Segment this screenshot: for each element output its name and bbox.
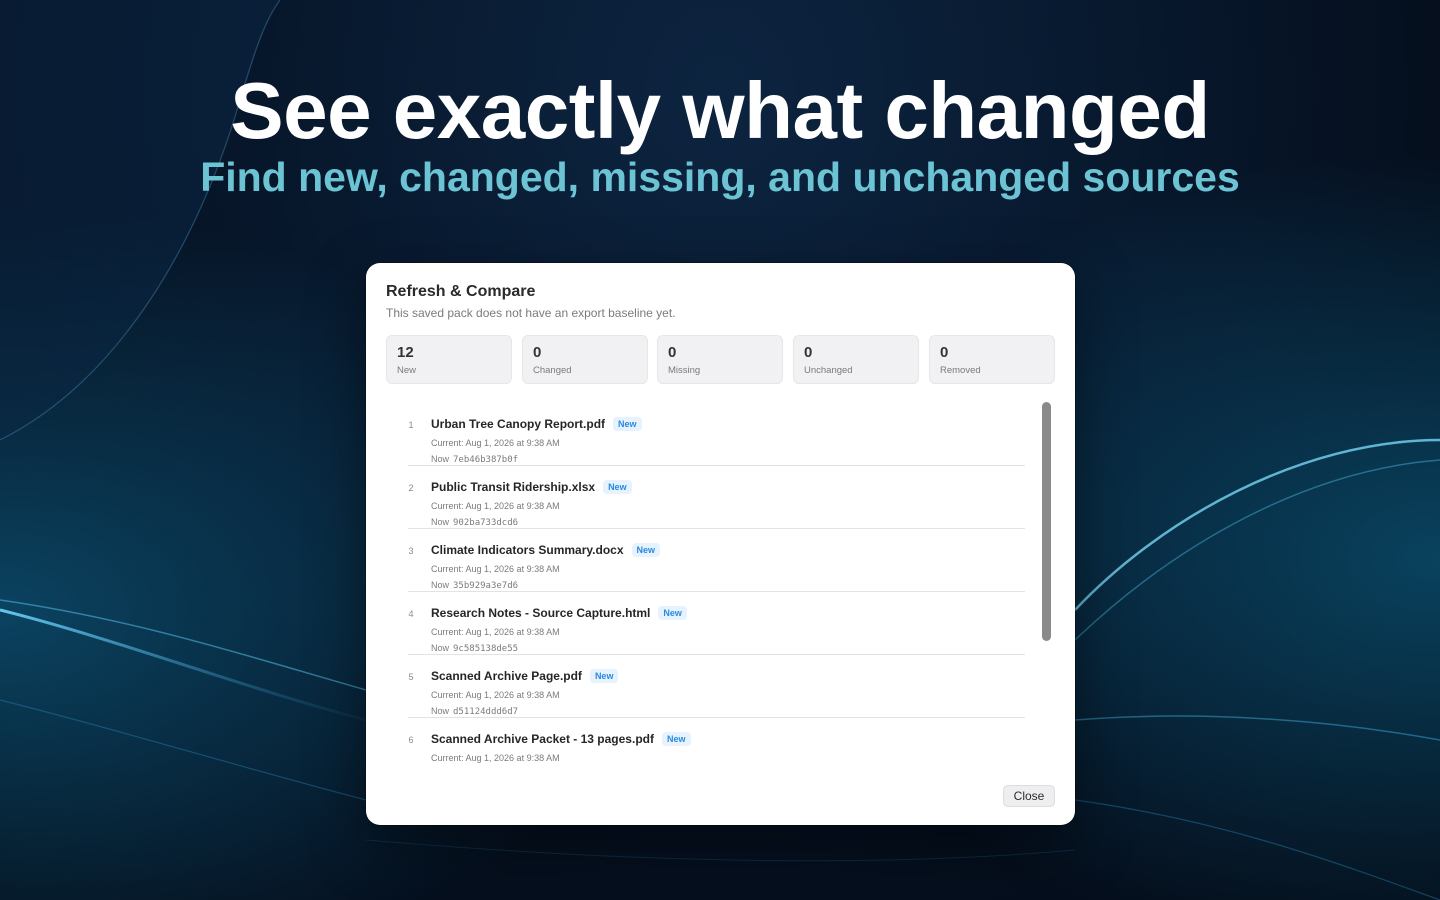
hash-value: d51124ddd6d7 xyxy=(453,707,519,717)
status-badge: New xyxy=(658,606,687,620)
current-timestamp: Current: Aug 1, 2026 at 9:38 AM xyxy=(431,690,560,700)
current-timestamp: Current: Aug 1, 2026 at 9:38 AM xyxy=(431,753,560,763)
stat-count: 12 xyxy=(397,344,414,361)
stat-count: 0 xyxy=(940,344,949,361)
stat-missing: 0 Missing xyxy=(657,335,783,384)
stat-count: 0 xyxy=(804,344,813,361)
stat-count: 0 xyxy=(533,344,542,361)
row-index: 1 xyxy=(408,420,414,430)
now-hash-line: Now d51124ddd6d7 xyxy=(431,706,518,717)
current-timestamp: Current: Aug 1, 2026 at 9:38 AM xyxy=(431,438,560,448)
refresh-compare-dialog: Refresh & Compare This saved pack does n… xyxy=(366,263,1075,825)
now-hash-line: Now 7eb46b387b0f xyxy=(431,454,518,465)
row-header: Urban Tree Canopy Report.pdf New xyxy=(431,417,642,431)
row-header: Scanned Archive Packet - 13 pages.pdf Ne… xyxy=(431,732,691,746)
row-index: 2 xyxy=(408,483,414,493)
close-button[interactable]: Close xyxy=(1003,785,1055,807)
source-name: Urban Tree Canopy Report.pdf xyxy=(431,417,606,431)
stat-count: 0 xyxy=(668,344,677,361)
list-item[interactable]: 3 Climate Indicators Summary.docx New Cu… xyxy=(408,529,1025,592)
now-label: Now xyxy=(431,580,450,590)
now-label: Now xyxy=(431,517,450,527)
list-item[interactable]: 6 Scanned Archive Packet - 13 pages.pdf … xyxy=(408,718,1025,771)
status-badge: New xyxy=(661,732,691,746)
dialog-title: Refresh & Compare xyxy=(386,283,536,300)
now-hash-line: Now 35b929a3e7d6 xyxy=(431,580,518,591)
now-hash-line: Now 9c585138de55 xyxy=(431,643,518,654)
hash-value: 7eb46b387b0f xyxy=(453,455,519,465)
list-item[interactable]: 4 Research Notes - Source Capture.html N… xyxy=(408,592,1025,655)
now-hash-line xyxy=(431,769,435,771)
source-name: Scanned Archive Packet - 13 pages.pdf xyxy=(431,732,654,746)
stat-label: Missing xyxy=(668,365,701,376)
row-index: 4 xyxy=(408,609,414,619)
now-label: Now xyxy=(431,706,450,716)
status-badge: New xyxy=(603,480,632,494)
hero-subtitle: Find new, changed, missing, and unchange… xyxy=(200,154,1240,200)
row-header: Scanned Archive Page.pdf New xyxy=(431,669,619,683)
hero-title: See exactly what changed xyxy=(230,66,1210,155)
row-header: Public Transit Ridership.xlsx New xyxy=(431,480,632,494)
list-item[interactable]: 5 Scanned Archive Page.pdf New Current: … xyxy=(408,655,1025,718)
stat-label: Unchanged xyxy=(804,365,853,376)
status-badge: New xyxy=(631,543,661,557)
source-name: Public Transit Ridership.xlsx xyxy=(431,480,596,494)
list-item[interactable]: 2 Public Transit Ridership.xlsx New Curr… xyxy=(408,466,1025,529)
list-item[interactable]: 1 Urban Tree Canopy Report.pdf New Curre… xyxy=(408,403,1025,466)
stat-new: 12 New xyxy=(386,335,512,384)
row-index: 6 xyxy=(408,735,414,745)
status-badge: New xyxy=(613,417,642,431)
summary-stats: 12 New 0 Changed 0 Missing 0 Unchanged 0… xyxy=(386,335,1055,384)
hash-value: 35b929a3e7d6 xyxy=(453,581,519,591)
now-label: Now xyxy=(431,454,450,464)
stat-removed: 0 Removed xyxy=(929,335,1055,384)
row-index: 5 xyxy=(408,672,414,682)
stat-label: Removed xyxy=(940,365,981,376)
current-timestamp: Current: Aug 1, 2026 at 9:38 AM xyxy=(431,627,560,637)
row-header: Climate Indicators Summary.docx New xyxy=(431,543,661,557)
source-name: Research Notes - Source Capture.html xyxy=(431,606,651,620)
now-label: Now xyxy=(431,643,450,653)
source-list[interactable]: 1 Urban Tree Canopy Report.pdf New Curre… xyxy=(386,401,1055,771)
status-badge: New xyxy=(589,669,619,683)
row-header: Research Notes - Source Capture.html New xyxy=(431,606,687,620)
stat-label: New xyxy=(397,365,417,376)
dialog-subtitle: This saved pack does not have an export … xyxy=(386,306,676,320)
current-timestamp: Current: Aug 1, 2026 at 9:38 AM xyxy=(431,564,560,574)
now-hash-line: Now 902ba733dcd6 xyxy=(431,517,518,528)
row-index: 3 xyxy=(408,546,414,556)
source-name: Climate Indicators Summary.docx xyxy=(431,543,624,557)
hash-value: 9c585138de55 xyxy=(453,644,519,654)
hash-value: 902ba733dcd6 xyxy=(453,518,519,528)
stat-label: Changed xyxy=(533,365,572,376)
source-name: Scanned Archive Page.pdf xyxy=(431,669,582,683)
stat-changed: 0 Changed xyxy=(522,335,648,384)
stat-unchanged: 0 Unchanged xyxy=(793,335,919,384)
current-timestamp: Current: Aug 1, 2026 at 9:38 AM xyxy=(431,501,560,511)
list-scrollbar-thumb[interactable] xyxy=(1042,402,1051,641)
